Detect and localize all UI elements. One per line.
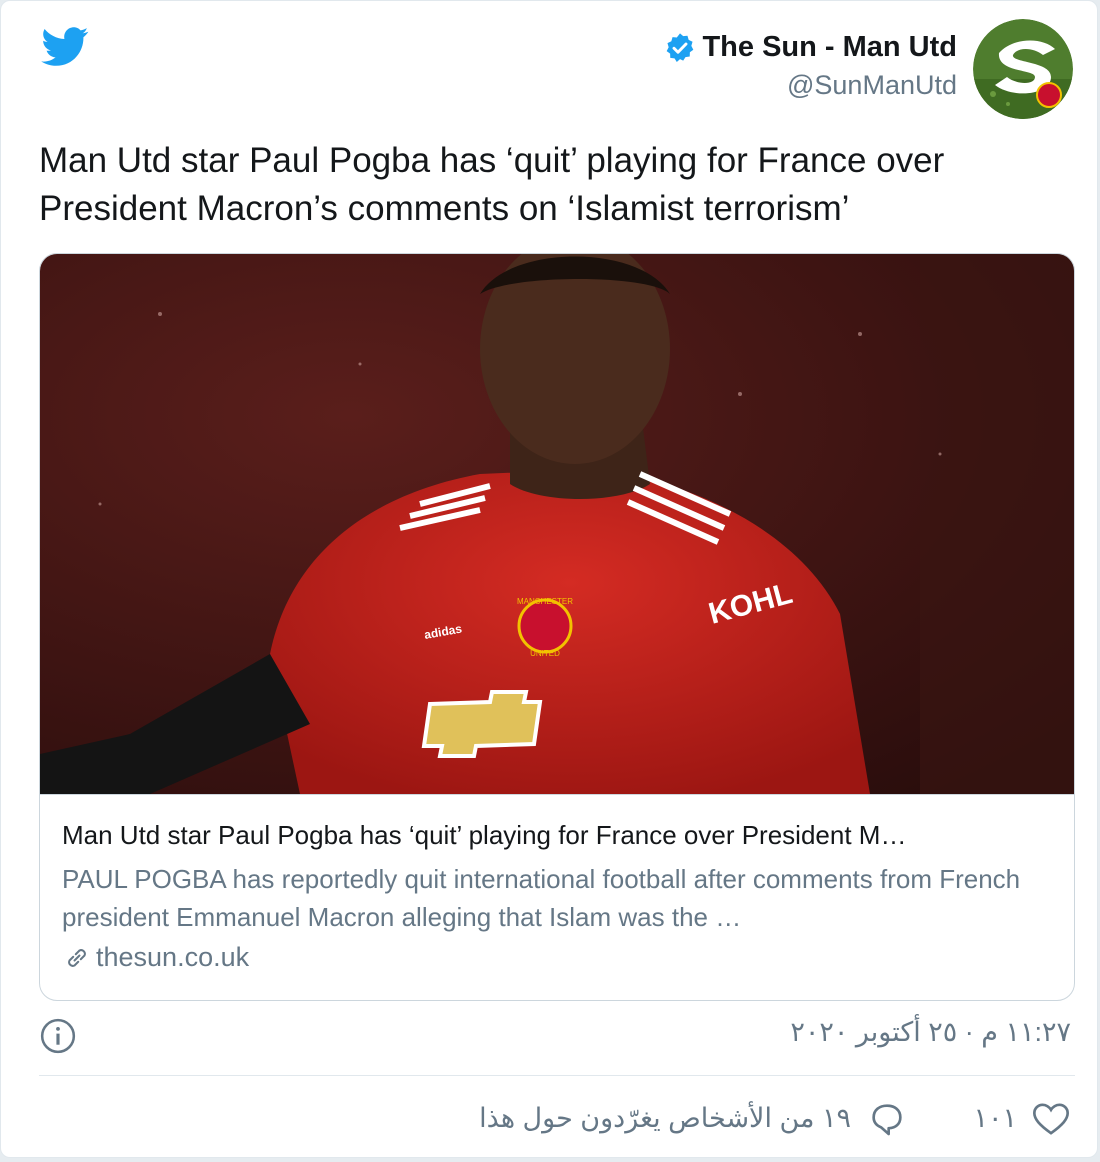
like-count[interactable]: ١٠١ [973, 1103, 1017, 1134]
tweet-embed: The Sun - Man Utd @SunManUtd Man Utd sta… [0, 0, 1098, 1158]
divider [39, 1075, 1075, 1076]
link-icon [68, 948, 86, 967]
card-domain[interactable]: thesun.co.uk [62, 942, 249, 973]
card-image[interactable]: MANCHESTER UNITED adidas KOHL [40, 254, 1074, 794]
display-name[interactable]: The Sun - Man Utd [702, 31, 957, 64]
svg-text:UNITED: UNITED [530, 649, 560, 658]
author-block[interactable]: The Sun - Man Utd @SunManUtd [664, 31, 957, 101]
card-title[interactable]: Man Utd star Paul Pogba has ‘quit’ playi… [62, 820, 1052, 851]
discussion-link[interactable]: ١٩ من الأشخاص يغرّدون حول هذا [479, 1103, 851, 1134]
card-divider [40, 794, 1074, 795]
svg-text:MANCHESTER: MANCHESTER [517, 597, 573, 606]
card-description[interactable]: PAUL POGBA has reportedly quit internati… [62, 860, 1052, 936]
timestamp[interactable]: ١١:٢٧ م · ٢٥ أكتوبر ٢٠٢٠ [790, 1017, 1071, 1048]
link-card[interactable]: MANCHESTER UNITED adidas KOHL Man Utd st… [39, 253, 1075, 1001]
verified-badge-icon [667, 32, 694, 62]
avatar[interactable] [973, 19, 1073, 119]
twitter-bird-icon[interactable] [41, 27, 89, 67]
tweet-text: Man Utd star Paul Pogba has ‘quit’ playi… [39, 141, 945, 228]
info-icon[interactable] [39, 1017, 77, 1055]
action-bar: ١٠١ ١٩ من الأشخاص يغرّدون حول هذا [1, 1097, 1097, 1147]
heart-icon[interactable] [1031, 1099, 1071, 1139]
reply-icon[interactable] [867, 1099, 907, 1139]
handle[interactable]: @SunManUtd [664, 70, 957, 101]
card-domain-text[interactable]: thesun.co.uk [96, 942, 249, 973]
